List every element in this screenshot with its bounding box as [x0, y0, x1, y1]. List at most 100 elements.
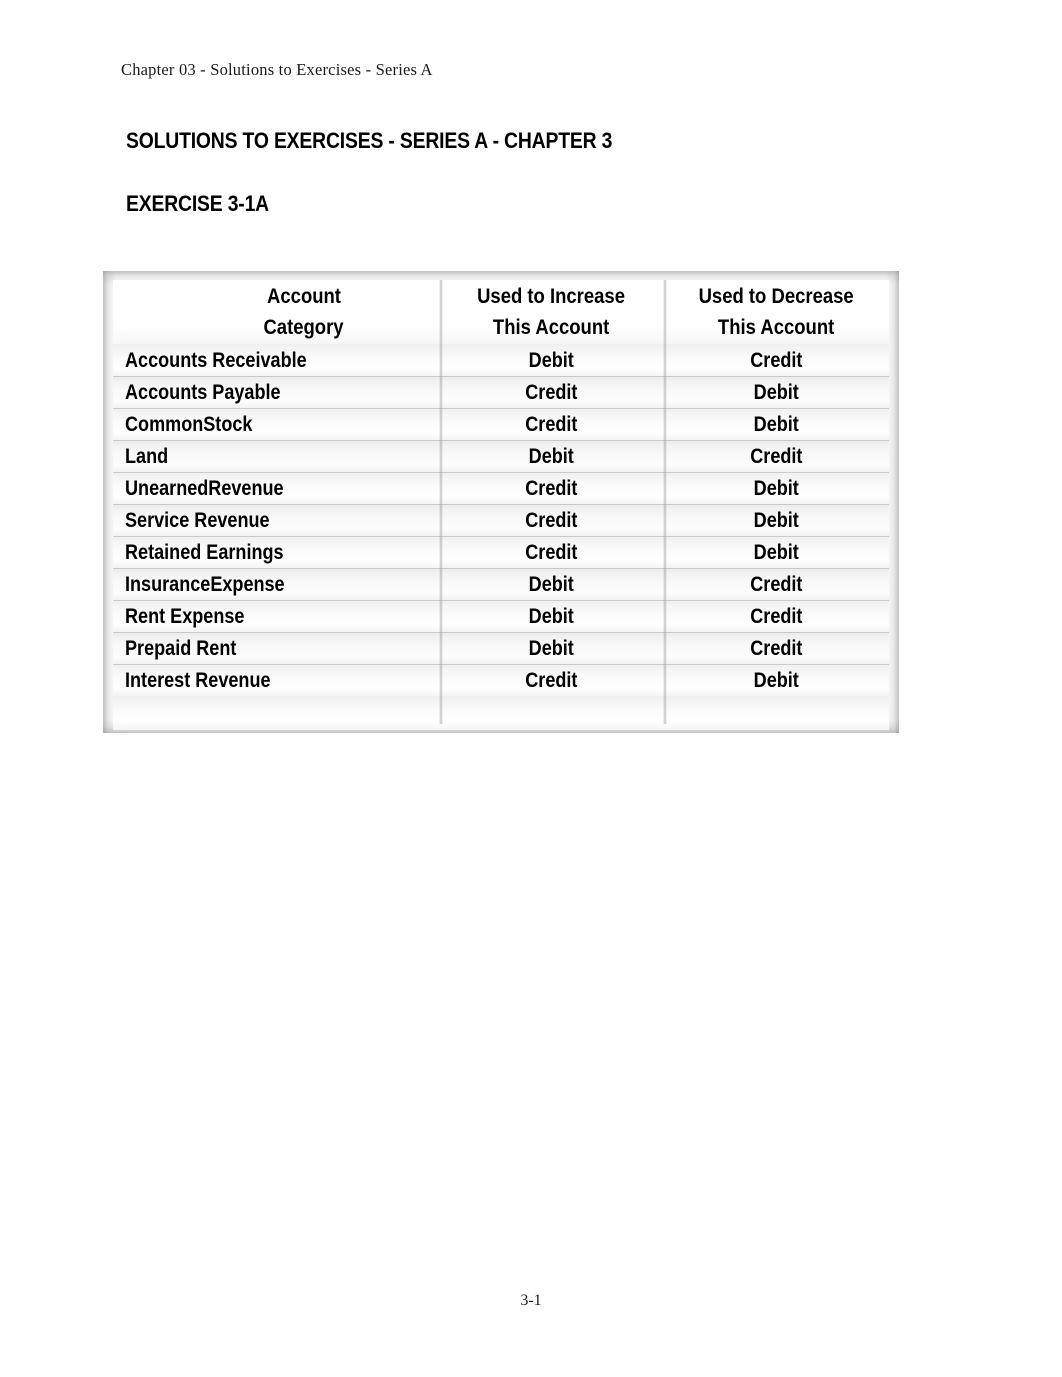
- table-row: Land Debit Credit: [113, 440, 889, 472]
- table-cell-decrease: Debit: [663, 504, 889, 536]
- table-row: Interest Revenue Credit Debit: [113, 664, 889, 696]
- table-cell-account-text: CommonStock: [125, 412, 253, 436]
- table-cell-account: Service Revenue: [113, 504, 439, 536]
- table-cell-increase: Debit: [439, 568, 663, 600]
- table-cell-decrease: Credit: [663, 568, 889, 600]
- table-cell-decrease-text: Credit: [749, 572, 803, 596]
- table-cell-decrease-text: Debit: [753, 412, 799, 436]
- table-grid: Account Category Used to Increase This A…: [113, 280, 889, 730]
- table-cell-increase: Credit: [439, 376, 663, 408]
- table-cell-increase: Credit: [439, 408, 663, 440]
- table-trailing-cell-increase: [439, 696, 663, 730]
- table-cell-account: UnearnedRevenue: [113, 472, 439, 504]
- table-cell-increase-text: Debit: [528, 444, 574, 468]
- table-cell-account-text: Rent Expense: [125, 604, 245, 628]
- table-cell-increase-text: Credit: [524, 476, 578, 500]
- table-cell-decrease: Credit: [663, 440, 889, 472]
- table-cell-account-text: Accounts Receivable: [125, 348, 307, 372]
- table-cell-account-text: UnearnedRevenue: [125, 476, 284, 500]
- table-cell-account: Land: [113, 440, 439, 472]
- table-trailing-row: [113, 696, 889, 730]
- table-cell-account: CommonStock: [113, 408, 439, 440]
- table-trailing-cell-decrease: [663, 696, 889, 730]
- exercise-heading: EXERCISE 3-1A: [126, 191, 269, 216]
- column-header-decrease-line2: This Account: [717, 316, 835, 339]
- table-cell-increase: Debit: [439, 600, 663, 632]
- page-title: SOLUTIONS TO EXERCISES - SERIES A - CHAP…: [126, 128, 613, 153]
- table-cell-account-text: Retained Earnings: [125, 540, 284, 564]
- column-header-decrease-line1: Used to Decrease: [698, 284, 854, 308]
- table-cell-account-text: InsuranceExpense: [125, 572, 285, 596]
- table-cell-decrease-text: Credit: [749, 348, 803, 372]
- table-trailing-cell-account: [113, 696, 439, 730]
- table-cell-account: Retained Earnings: [113, 536, 439, 568]
- table-cell-decrease: Credit: [663, 600, 889, 632]
- table-cell-increase: Debit: [439, 344, 663, 376]
- table-row: InsuranceExpense Debit Credit: [113, 568, 889, 600]
- table-cell-increase: Debit: [439, 440, 663, 472]
- column-header-increase: Used to Increase This Account: [439, 280, 663, 344]
- table-cell-increase-text: Debit: [528, 604, 574, 628]
- column-header-increase-line1: Used to Increase: [477, 284, 625, 308]
- table-cell-decrease: Debit: [663, 472, 889, 504]
- table-inner: Account Category Used to Increase This A…: [113, 280, 889, 730]
- table-cell-increase-text: Credit: [524, 508, 578, 532]
- table-cell-decrease: Debit: [663, 376, 889, 408]
- table-body: Accounts Receivable Debit Credit Accounts P…: [113, 344, 889, 696]
- document-page: Chapter 03 - Solutions to Exercises - Se…: [0, 0, 1062, 1377]
- table-row: Accounts Receivable Debit Credit: [113, 344, 889, 376]
- table-cell-account: Accounts Payable: [113, 376, 439, 408]
- column-header-account-line2: Category: [263, 316, 345, 339]
- table-cell-increase: Debit: [439, 632, 663, 664]
- table-cell-increase-text: Credit: [524, 380, 578, 404]
- account-rules-table: Account Category Used to Increase This A…: [103, 271, 899, 733]
- table-cell-decrease: Debit: [663, 536, 889, 568]
- running-header: Chapter 03 - Solutions to Exercises - Se…: [121, 60, 433, 79]
- table-row: Prepaid Rent Debit Credit: [113, 632, 889, 664]
- table-cell-decrease-text: Debit: [753, 668, 799, 692]
- table-cell-decrease: Credit: [663, 344, 889, 376]
- table-row: UnearnedRevenue Credit Debit: [113, 472, 889, 504]
- table-cell-decrease-text: Debit: [753, 476, 799, 500]
- table-cell-account-text: Prepaid Rent: [125, 636, 237, 660]
- table-cell-decrease-text: Debit: [753, 508, 799, 532]
- table-cell-decrease: Debit: [663, 664, 889, 696]
- table-cell-decrease: Credit: [663, 632, 889, 664]
- table-cell-decrease-text: Credit: [749, 604, 803, 628]
- table-cell-account-text: Accounts Payable: [125, 380, 281, 404]
- table-cell-account: Prepaid Rent: [113, 632, 439, 664]
- table-row: Service Revenue Credit Debit: [113, 504, 889, 536]
- column-header-decrease: Used to Decrease This Account: [663, 280, 889, 344]
- table-cell-increase-text: Debit: [528, 572, 574, 596]
- table-row: Retained Earnings Credit Debit: [113, 536, 889, 568]
- table-cell-account: Rent Expense: [113, 600, 439, 632]
- table-cell-decrease: Debit: [663, 408, 889, 440]
- table-cell-decrease-text: Debit: [753, 380, 799, 404]
- table-cell-account-text: Interest Revenue: [125, 668, 271, 692]
- table-cell-increase-text: Credit: [524, 540, 578, 564]
- table-cell-increase: Credit: [439, 504, 663, 536]
- column-header-account-line1: Account: [267, 284, 341, 308]
- table-cell-account-text: Land: [125, 444, 169, 468]
- table-cell-increase-text: Credit: [524, 668, 578, 692]
- page-number: 3-1: [520, 1292, 542, 1309]
- table-cell-account: Accounts Receivable: [113, 344, 439, 376]
- table-cell-increase-text: Debit: [528, 636, 574, 660]
- table-row: Rent Expense Debit Credit: [113, 600, 889, 632]
- table-cell-increase: Credit: [439, 472, 663, 504]
- table-cell-account: Interest Revenue: [113, 664, 439, 696]
- table-header-row: Account Category Used to Increase This A…: [113, 280, 889, 344]
- table-row: Accounts Payable Credit Debit: [113, 376, 889, 408]
- table-cell-increase: Credit: [439, 664, 663, 696]
- table-cell-increase: Credit: [439, 536, 663, 568]
- table-cell-increase-text: Debit: [528, 348, 574, 372]
- column-header-increase-line2: This Account: [492, 316, 610, 339]
- table-cell-increase-text: Credit: [524, 412, 578, 436]
- table-cell-account: InsuranceExpense: [113, 568, 439, 600]
- table-cell-decrease-text: Debit: [753, 540, 799, 564]
- table-cell-decrease-text: Credit: [749, 444, 803, 468]
- table-cell-decrease-text: Credit: [749, 636, 803, 660]
- table-cell-account-text: Service Revenue: [125, 508, 270, 532]
- table-row: CommonStock Credit Debit: [113, 408, 889, 440]
- column-header-account: Account Category: [113, 280, 439, 344]
